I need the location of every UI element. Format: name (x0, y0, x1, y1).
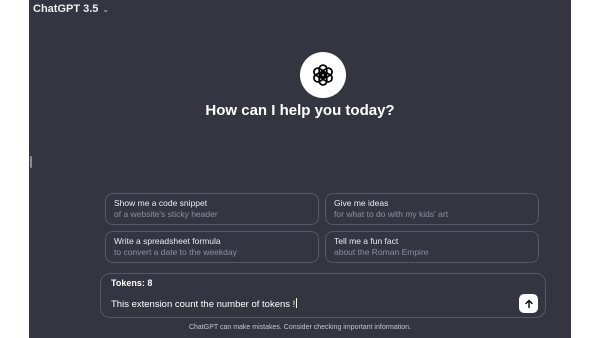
send-button[interactable] (519, 294, 538, 313)
suggestion-card-fun-fact[interactable]: Tell me a fun fact about the Roman Empir… (325, 231, 539, 263)
suggestion-subtitle: to convert a date to the weekday (114, 247, 237, 257)
suggestion-card-give-ideas[interactable]: Give me ideas for what to do with my kid… (325, 193, 539, 225)
chevron-down-icon: ⌄ (102, 4, 110, 14)
message-composer[interactable]: Tokens: 8 This extension count the numbe… (100, 273, 546, 318)
message-input[interactable]: This extension count the number of token… (111, 298, 491, 310)
disclaimer: ChatGPT can make mistakes. Consider chec… (188, 324, 412, 331)
suggestion-title: Give me ideas (334, 198, 389, 208)
suggestion-title: Tell me a fun fact (334, 236, 399, 246)
suggestion-subtitle: about the Roman Empire (334, 247, 429, 257)
arrow-up-icon (524, 299, 533, 308)
suggestion-card-code-snippet[interactable]: Show me a code snippet of a website's st… (105, 193, 319, 225)
message-input-value: This extension count the number of token… (111, 299, 296, 310)
page-title: How can I help you today? (205, 102, 395, 119)
suggestion-title: Show me a code snippet (114, 198, 208, 208)
model-name: ChatGPT 3.5 (33, 3, 99, 15)
token-count: Tokens: 8 (111, 278, 153, 288)
openai-logo-icon (300, 52, 346, 98)
text-caret (296, 298, 298, 308)
model-selector[interactable]: ChatGPT 3.5 ⌄ (33, 1, 109, 17)
suggestion-card-spreadsheet-formula[interactable]: Write a spreadsheet formula to convert a… (105, 231, 319, 263)
sidebar-toggle-handle[interactable] (30, 156, 32, 168)
suggestion-subtitle: of a website's sticky header (114, 209, 218, 219)
suggestion-subtitle: for what to do with my kids' art (334, 209, 449, 219)
chat-app: ChatGPT 3.5 ⌄ How can I help you today? … (29, 0, 571, 338)
suggestion-title: Write a spreadsheet formula (114, 236, 221, 246)
